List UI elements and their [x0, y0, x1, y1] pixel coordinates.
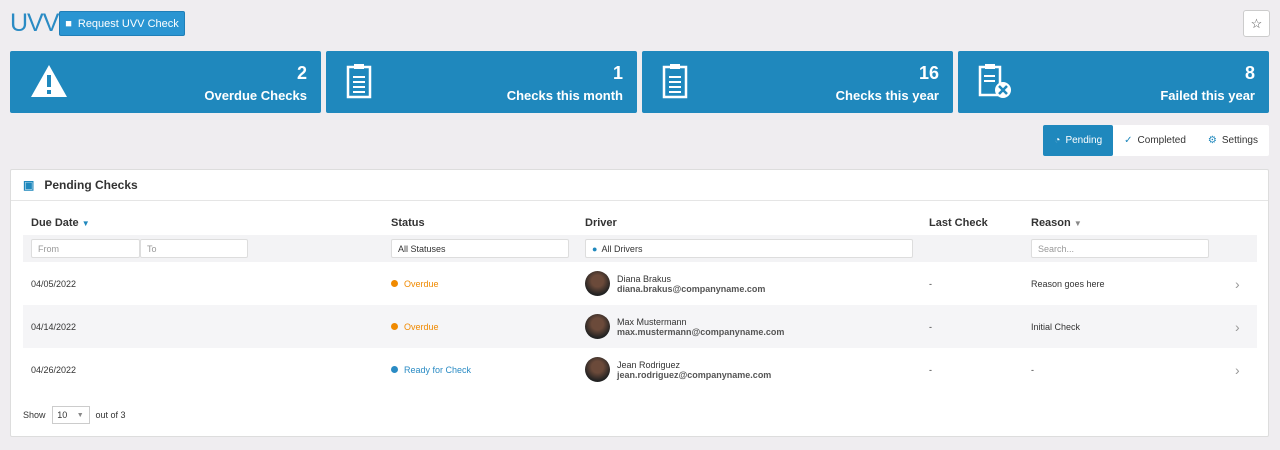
table-row[interactable]: 04/14/2022 Overdue Max Mustermann max.mus…: [23, 305, 1257, 348]
tab-completed[interactable]: ✓ Completed: [1113, 125, 1197, 156]
stat-value: 1: [612, 63, 623, 83]
driver-name: Jean Rodriguez: [617, 359, 681, 370]
status: Overdue: [383, 262, 577, 305]
warning-icon: [31, 65, 67, 97]
favorite-button[interactable]: ☆: [1243, 10, 1270, 37]
status: Ready for Check: [383, 348, 577, 391]
gauge-icon: ◔: [1054, 135, 1061, 146]
tab-label: Completed: [1137, 135, 1186, 146]
stat-value: 2: [296, 63, 307, 83]
tab-pending[interactable]: ◔ Pending: [1043, 125, 1114, 156]
show-label: Show: [23, 410, 46, 420]
driver-email: jean.rodriguez@companyname.com: [617, 369, 772, 380]
checks-table: Due Date ▼ Status Driver Last Check Reas…: [23, 210, 1257, 391]
last-check: -: [921, 305, 1023, 348]
request-label: Request UVV Check: [77, 17, 179, 30]
reason: Reason goes here: [1031, 278, 1105, 289]
due-date: 04/05/2022: [31, 278, 77, 289]
table-row[interactable]: 04/05/2022 Overdue Diana Brakus diana.bra…: [23, 262, 1257, 305]
clipboard-failed-icon: [978, 64, 1011, 98]
due-date: 04/26/2022: [31, 364, 77, 375]
status: Overdue: [383, 305, 577, 348]
pagination: Show 10 ▼ out of 3: [23, 406, 126, 424]
driver-icon: ■: [65, 17, 72, 30]
status-dot: [391, 365, 398, 373]
stat-label: Failed this year: [1160, 88, 1255, 103]
reason: Initial Check: [1023, 305, 1227, 348]
tab-settings[interactable]: ⚙ Settings: [1197, 125, 1269, 156]
stat-label: Overdue Checks: [204, 88, 307, 103]
view-tabs: ◔ Pending ✓ Completed ⚙ Settings: [1043, 125, 1269, 156]
stat-value: 8: [1244, 63, 1255, 83]
avatar: [585, 357, 610, 382]
col-status: Status: [391, 216, 425, 229]
chevron-down-icon: ▼: [76, 411, 84, 419]
stat-failed[interactable]: 8 Failed this year: [958, 51, 1269, 113]
col-reason[interactable]: Reason ▼: [1023, 210, 1227, 235]
stat-year[interactable]: 16 Checks this year: [642, 51, 953, 113]
to-date-input[interactable]: To: [140, 239, 248, 258]
gear-icon: ⚙: [1207, 135, 1217, 146]
chevron-right-icon[interactable]: ›: [1227, 305, 1257, 348]
stat-value: 16: [918, 63, 939, 83]
stat-month[interactable]: 1 Checks this month: [326, 51, 637, 113]
from-date-input[interactable]: From: [31, 239, 140, 258]
tab-label: Settings: [1221, 135, 1258, 146]
id-card-icon: ▣: [23, 178, 35, 192]
check-icon: ✓: [1124, 135, 1133, 146]
clipboard-icon: [662, 64, 688, 99]
pending-checks-panel: ▣ Pending Checks Due Date ▼ Status Driver…: [10, 169, 1269, 437]
driver-name: Max Mustermann: [617, 316, 687, 327]
reason-search-input[interactable]: Search...: [1031, 239, 1209, 258]
driver-filter[interactable]: ● All Drivers: [585, 239, 913, 258]
clipboard-icon: [346, 64, 372, 99]
reason: -: [1031, 364, 1034, 375]
driver-email: max.mustermann@companyname.com: [617, 326, 785, 337]
due-date: 04/14/2022: [23, 305, 383, 348]
table-row[interactable]: 04/26/2022 Ready for Check Jean Rodrigue…: [23, 348, 1257, 391]
col-last-check: Last Check: [929, 216, 988, 229]
chevron-right-icon[interactable]: ›: [1227, 262, 1257, 305]
panel-title: Pending Checks: [44, 178, 138, 192]
driver-email: diana.brakus@companyname.com: [617, 283, 766, 294]
stat-cards: 2 Overdue Checks 1 Checks this month 16 …: [10, 51, 1269, 113]
stat-label: Checks this month: [506, 88, 623, 103]
request-uvv-check-button[interactable]: ■ Request UVV Check: [59, 11, 185, 36]
col-driver: Driver: [585, 216, 617, 229]
avatar: [585, 314, 610, 339]
avatar: [585, 271, 610, 296]
last-check: -: [929, 278, 932, 289]
col-due-date[interactable]: Due Date ▼: [23, 210, 383, 235]
page-title: UVV: [10, 9, 59, 37]
user-icon: ●: [592, 243, 598, 254]
stat-overdue[interactable]: 2 Overdue Checks: [10, 51, 321, 113]
stat-label: Checks this year: [835, 88, 939, 103]
star-icon: ☆: [1250, 15, 1263, 31]
status-dot: [391, 279, 398, 287]
driver-name: Diana Brakus: [617, 273, 672, 284]
chevron-right-icon[interactable]: ›: [1227, 348, 1257, 391]
out-of-label: out of 3: [95, 410, 126, 420]
tab-label: Pending: [1065, 135, 1103, 146]
status-filter[interactable]: All Statuses: [391, 239, 569, 258]
page-size-select[interactable]: 10 ▼: [51, 406, 90, 424]
status-dot: [391, 322, 398, 330]
last-check: -: [929, 364, 932, 375]
